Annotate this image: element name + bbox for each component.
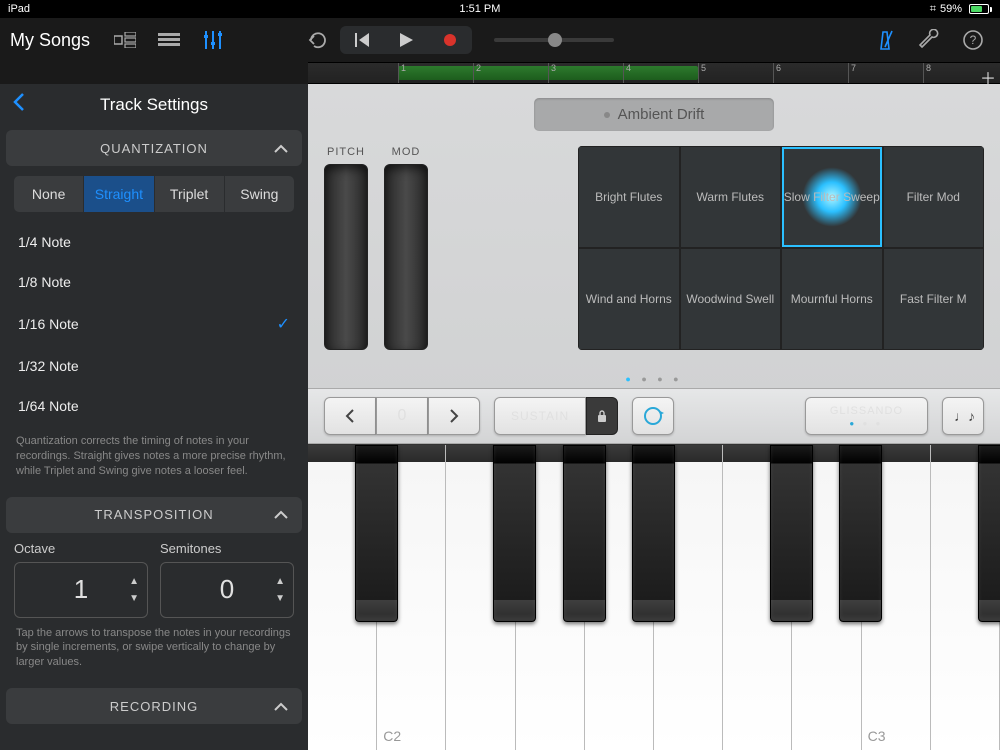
view-browser-icon[interactable] bbox=[108, 25, 142, 55]
octave-up-button[interactable] bbox=[428, 397, 480, 435]
quantization-help: Quantization corrects the timing of note… bbox=[0, 426, 308, 493]
svg-text:?: ? bbox=[970, 33, 977, 47]
arrow-up-icon[interactable]: ▲ bbox=[129, 576, 139, 587]
octave-down-button[interactable] bbox=[324, 397, 376, 435]
ruler-bar-7[interactable]: 7 bbox=[848, 63, 856, 83]
pitch-label: PITCH bbox=[327, 146, 365, 158]
glissando-button[interactable]: GLISSANDO ● ● ● bbox=[805, 397, 928, 435]
sound-pad[interactable]: Fast Filter M bbox=[883, 248, 985, 350]
device-label: iPad bbox=[8, 3, 30, 15]
ruler-bar-6[interactable]: 6 bbox=[773, 63, 781, 83]
sustain-button[interactable]: SUSTAIN bbox=[494, 397, 586, 435]
octave-nav: 0 bbox=[324, 397, 480, 435]
back-to-songs[interactable]: My Songs bbox=[10, 30, 90, 51]
go-to-start-button[interactable] bbox=[340, 26, 384, 54]
timeline-ruler[interactable]: 12345678 ＋ bbox=[308, 62, 1000, 84]
quant-note-option[interactable]: 1/64 Note bbox=[0, 386, 308, 426]
status-bar: iPad 1:51 PM ⌗ 59% bbox=[0, 0, 1000, 18]
instrument-view: Ambient Drift PITCH MOD Bright FlutesWar… bbox=[308, 84, 1000, 750]
black-key[interactable] bbox=[563, 445, 606, 622]
quant-mode-none[interactable]: None bbox=[14, 176, 84, 212]
octave-display: 0 bbox=[376, 397, 428, 435]
quant-note-option[interactable]: 1/8 Note bbox=[0, 262, 308, 302]
panel-title: Track Settings bbox=[100, 95, 208, 115]
black-key[interactable] bbox=[839, 445, 882, 622]
arrow-down-icon[interactable]: ▼ bbox=[275, 593, 285, 604]
autoplay-button[interactable] bbox=[632, 397, 674, 435]
black-key[interactable] bbox=[355, 445, 398, 622]
sound-pad[interactable]: Mournful Horns bbox=[781, 248, 883, 350]
bluetooth-icon: ⌗ bbox=[930, 3, 936, 16]
sound-pad[interactable]: Bright Flutes bbox=[578, 146, 680, 248]
help-icon[interactable]: ? bbox=[956, 25, 990, 55]
settings-wrench-icon[interactable] bbox=[912, 25, 946, 55]
clock: 1:51 PM bbox=[459, 3, 500, 15]
mod-wheel[interactable] bbox=[384, 164, 428, 350]
ruler-bar-1[interactable]: 1 bbox=[398, 63, 406, 83]
grid-page-dots[interactable]: ● ● ● ● bbox=[308, 366, 1000, 388]
view-tracks-icon[interactable] bbox=[152, 25, 186, 55]
ruler-bar-5[interactable]: 5 bbox=[698, 63, 706, 83]
undo-icon[interactable] bbox=[300, 25, 334, 55]
battery-pct: 59% bbox=[940, 3, 962, 15]
recording-header[interactable]: RECORDING bbox=[6, 688, 302, 724]
keyboard-controls: 0 SUSTAIN GLISSANDO ● ● ● ♩♪ bbox=[308, 388, 1000, 444]
mod-label: MOD bbox=[392, 146, 421, 158]
metronome-icon[interactable] bbox=[868, 25, 902, 55]
sound-pad[interactable]: Filter Mod bbox=[883, 146, 985, 248]
ruler-bar-4[interactable]: 4 bbox=[623, 63, 631, 83]
sound-grid: Bright FlutesWarm FlutesSlow Filter Swee… bbox=[578, 146, 984, 350]
arrow-up-icon[interactable]: ▲ bbox=[275, 576, 285, 587]
semitones-stepper[interactable]: 0 ▲▼ bbox=[160, 562, 294, 618]
play-button[interactable] bbox=[384, 26, 428, 54]
arpeggiator-button[interactable]: ♩♪ bbox=[942, 397, 984, 435]
pitch-wheel[interactable] bbox=[324, 164, 368, 350]
transposition-header[interactable]: TRANSPOSITION bbox=[6, 497, 302, 533]
transposition-help: Tap the arrows to transpose the notes in… bbox=[0, 618, 308, 685]
quantization-header[interactable]: QUANTIZATION bbox=[6, 130, 302, 166]
quant-mode-straight[interactable]: Straight bbox=[84, 176, 154, 212]
black-key[interactable] bbox=[978, 445, 1000, 622]
chevron-up-icon bbox=[274, 699, 288, 714]
track-settings-panel: Track Settings QUANTIZATION NoneStraight… bbox=[0, 84, 308, 750]
ruler-bar-3[interactable]: 3 bbox=[548, 63, 556, 83]
quantization-mode-segmented[interactable]: NoneStraightTripletSwing bbox=[14, 176, 294, 212]
ruler-bar-2[interactable]: 2 bbox=[473, 63, 481, 83]
battery-icon bbox=[966, 4, 992, 14]
record-button[interactable] bbox=[428, 26, 472, 54]
sound-pad[interactable]: Warm Flutes bbox=[680, 146, 782, 248]
arrow-down-icon[interactable]: ▼ bbox=[129, 593, 139, 604]
sound-pad[interactable]: Woodwind Swell bbox=[680, 248, 782, 350]
octave-label: Octave bbox=[14, 541, 148, 556]
black-key[interactable] bbox=[632, 445, 675, 622]
sound-pad[interactable]: Wind and Horns bbox=[578, 248, 680, 350]
semitones-label: Semitones bbox=[160, 541, 294, 556]
back-button[interactable] bbox=[12, 92, 26, 118]
ruler-bar-8[interactable]: 8 bbox=[923, 63, 931, 83]
checkmark-icon: ✓ bbox=[277, 314, 290, 334]
patch-selector[interactable]: Ambient Drift bbox=[534, 98, 774, 131]
quant-note-option[interactable]: 1/16 Note✓ bbox=[0, 302, 308, 346]
master-volume-slider[interactable] bbox=[494, 38, 614, 42]
svg-text:♩♪: ♩♪ bbox=[954, 408, 974, 424]
track-settings-icon[interactable] bbox=[196, 25, 230, 55]
sustain-lock-button[interactable] bbox=[586, 397, 618, 435]
sound-pad[interactable]: Slow Filter Sweep bbox=[781, 146, 883, 248]
app-toolbar: My Songs ? bbox=[0, 18, 1000, 62]
black-key[interactable] bbox=[493, 445, 536, 622]
octave-stepper[interactable]: 1 ▲▼ bbox=[14, 562, 148, 618]
quant-mode-triplet[interactable]: Triplet bbox=[155, 176, 225, 212]
quant-note-option[interactable]: 1/4 Note bbox=[0, 222, 308, 262]
black-key[interactable] bbox=[770, 445, 813, 622]
quant-note-option[interactable]: 1/32 Note bbox=[0, 346, 308, 386]
chevron-up-icon bbox=[274, 141, 288, 156]
chevron-up-icon bbox=[274, 507, 288, 522]
quant-mode-swing[interactable]: Swing bbox=[225, 176, 294, 212]
piano-keyboard[interactable]: C2C3 bbox=[308, 444, 1000, 750]
